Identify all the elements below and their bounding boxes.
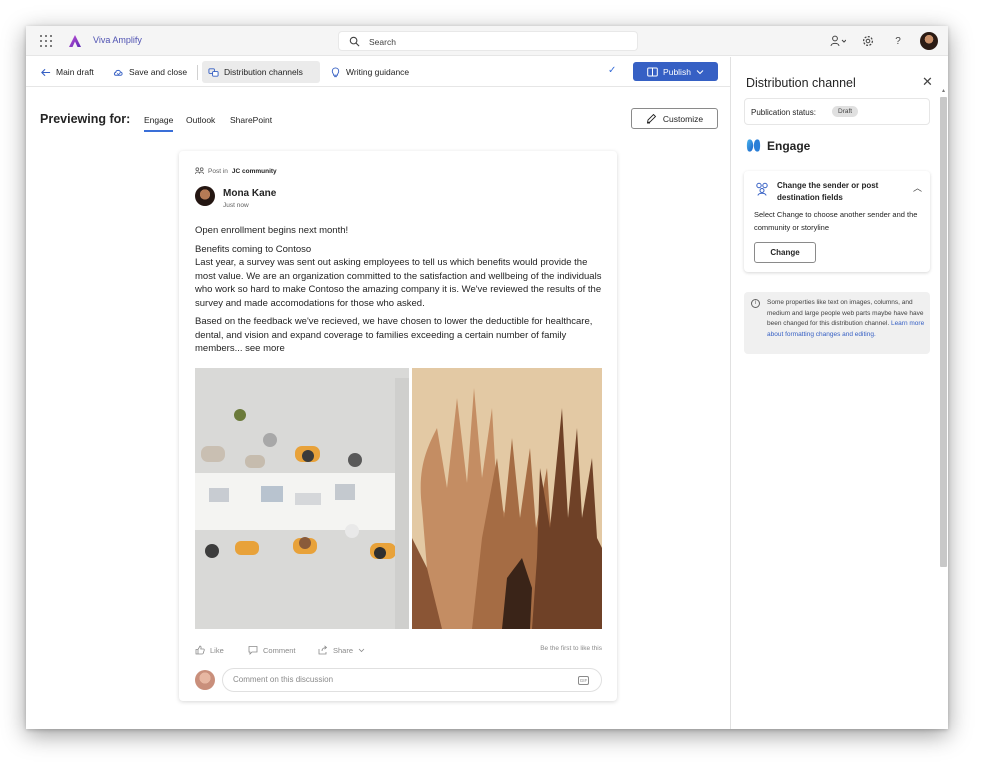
post-headline: Open enrollment begins next month!: [195, 225, 349, 236]
posted-in-prefix: Post in: [208, 167, 228, 175]
publish-label: Publish: [663, 66, 691, 77]
app-name[interactable]: Viva Amplify: [93, 35, 142, 45]
gif-icon[interactable]: GIF: [578, 676, 589, 685]
checkmark-icon: ✓: [608, 65, 617, 76]
info-icon: i: [751, 299, 760, 308]
post-body: Open enrollment begins next month! Benef…: [195, 224, 605, 361]
app-bar: Viva Amplify ?: [26, 26, 948, 56]
person-settings-icon[interactable]: [830, 33, 846, 49]
command-bar: Main draft Save and close Distribution c…: [26, 57, 730, 87]
post-images: [195, 368, 602, 629]
distribution-channels-button[interactable]: Distribution channels: [202, 61, 320, 83]
tab-sharepoint[interactable]: SharePoint: [230, 115, 272, 125]
posted-in: Post in JC community: [195, 167, 277, 175]
publish-button[interactable]: Publish: [633, 62, 718, 81]
distribution-channels-label: Distribution channels: [224, 67, 303, 77]
scroll-up-arrow[interactable]: ▴: [940, 87, 947, 95]
save-and-close-label: Save and close: [129, 67, 188, 77]
tab-engage[interactable]: Engage: [144, 115, 174, 132]
post-paragraph-1: Benefits coming to Contoso Last year, a …: [195, 243, 602, 309]
chevron-down-icon: [358, 648, 365, 652]
back-arrow-icon: [41, 68, 51, 76]
tab-outlook[interactable]: Outlook: [186, 115, 215, 125]
help-icon[interactable]: ?: [890, 33, 906, 49]
search-icon: [349, 36, 360, 47]
pen-icon: [646, 113, 657, 124]
like-icon: [195, 645, 205, 655]
like-button[interactable]: Like: [195, 645, 224, 655]
waffle-icon[interactable]: [40, 35, 52, 47]
save-cloud-icon: [113, 69, 123, 76]
chevron-down-icon[interactable]: [696, 69, 704, 75]
change-sender-card: Change the sender or post destination fi…: [744, 171, 930, 272]
engage-icon: [746, 139, 761, 152]
chevron-up-icon[interactable]: ︿: [913, 181, 922, 194]
main-draft-button[interactable]: Main draft: [34, 61, 100, 83]
avatar[interactable]: [920, 32, 938, 50]
comment-icon: [248, 646, 258, 655]
change-card-description: Select Change to choose another sender a…: [754, 210, 918, 232]
channel-name: Engage: [767, 138, 811, 153]
post-preview-card: Post in JC community Mona Kane Just now …: [179, 151, 617, 701]
previewing-for-label: Previewing for:: [40, 112, 131, 126]
post-paragraph-2: Based on the feedback we've recieved, we…: [195, 316, 593, 354]
viva-amplify-logo: [69, 35, 81, 47]
search-box[interactable]: [338, 31, 638, 51]
panel-title: Distribution channel: [746, 76, 856, 90]
people-icon: [756, 182, 768, 196]
comment-input[interactable]: [233, 675, 563, 684]
panel-scrollbar[interactable]: [940, 97, 947, 567]
formatting-info-box: i Some properties like text on images, c…: [744, 292, 930, 354]
avatar: [195, 670, 215, 690]
community-icon: [195, 167, 204, 175]
distribution-channel-panel: Distribution channel ✕ Publication statu…: [730, 57, 948, 729]
comment-box[interactable]: GIF: [222, 668, 602, 692]
channel-header: Engage: [746, 138, 810, 153]
channels-icon: [208, 67, 219, 77]
book-icon: [647, 67, 658, 76]
status-badge: Draft: [832, 106, 859, 117]
share-button[interactable]: Share: [318, 645, 365, 655]
customize-label: Customize: [662, 113, 704, 124]
save-and-close-button[interactable]: Save and close: [107, 61, 193, 83]
author-name[interactable]: Mona Kane: [223, 188, 276, 199]
comment-button[interactable]: Comment: [248, 645, 296, 655]
comment-label: Comment: [263, 645, 296, 655]
comment-row: GIF: [195, 668, 602, 692]
like-label: Like: [210, 645, 224, 655]
publication-status: Publication status: Draft: [744, 98, 930, 125]
writing-guidance-button[interactable]: Writing guidance: [324, 61, 415, 83]
office-photo[interactable]: [195, 368, 409, 629]
customize-button[interactable]: Customize: [631, 108, 718, 129]
toolbar-divider: [197, 65, 198, 80]
share-icon: [318, 645, 328, 655]
author-avatar[interactable]: [195, 186, 215, 206]
writing-guidance-label: Writing guidance: [346, 67, 410, 77]
share-label: Share: [333, 645, 354, 655]
hands-photo[interactable]: [412, 368, 602, 629]
guidance-icon: [331, 66, 340, 77]
publication-status-label: Publication status:: [751, 108, 816, 117]
change-button[interactable]: Change: [754, 242, 816, 263]
close-icon[interactable]: ✕: [922, 74, 933, 90]
post-timestamp: Just now: [223, 202, 249, 209]
post-actions: Like Comment Share Be the first to like …: [195, 645, 602, 659]
gear-icon[interactable]: [860, 33, 876, 49]
like-summary: Be the first to like this: [540, 645, 602, 652]
main-draft-label: Main draft: [56, 67, 94, 77]
app-window: Viva Amplify ? Main draft Save and close: [26, 26, 948, 729]
top-right-icons: ?: [830, 31, 938, 51]
info-text: Some properties like text on images, col…: [767, 298, 925, 340]
search-input[interactable]: [369, 35, 619, 48]
community-name[interactable]: JC community: [232, 168, 277, 175]
change-card-title: Change the sender or post destination fi…: [777, 181, 879, 202]
